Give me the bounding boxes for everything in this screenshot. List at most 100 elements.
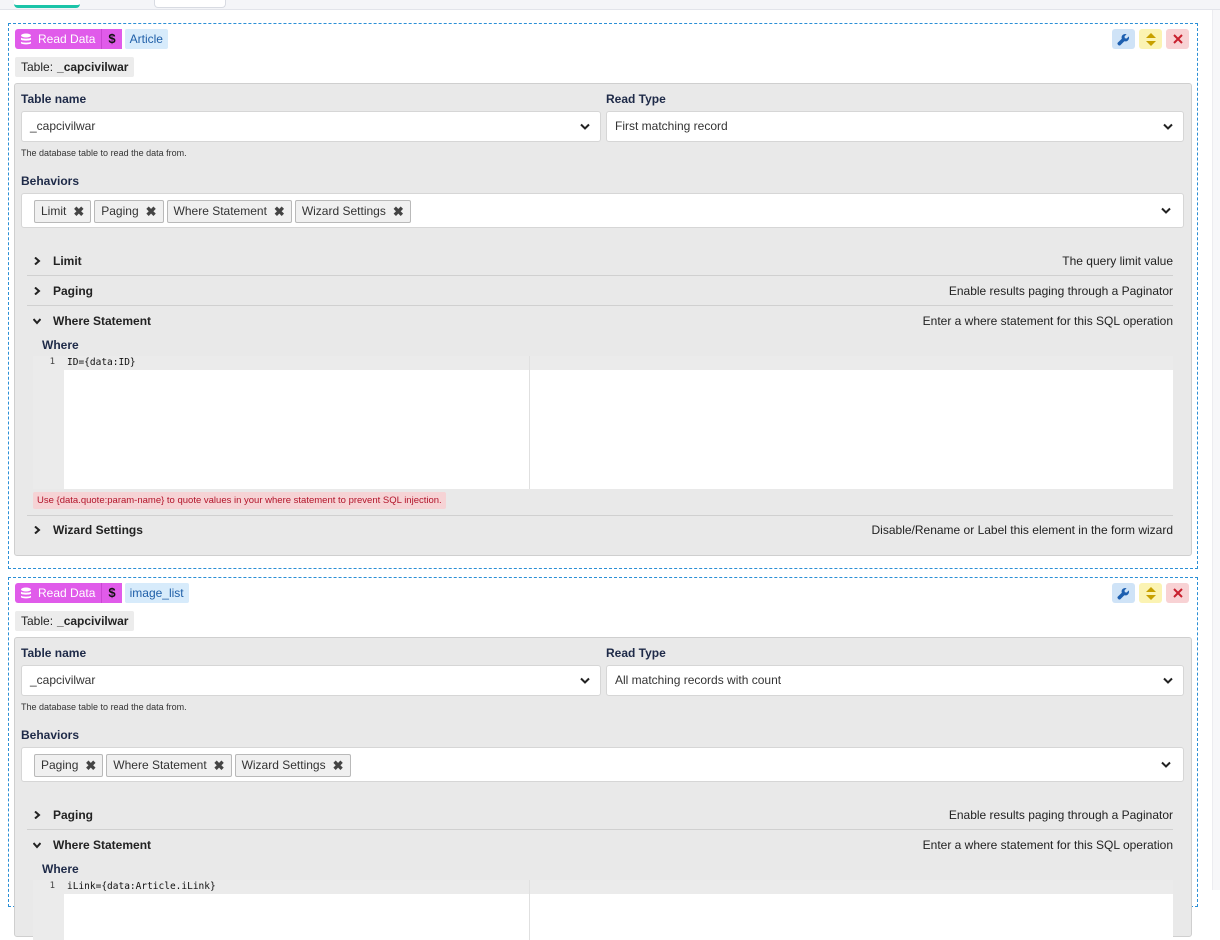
accordion-title: Limit xyxy=(53,254,82,268)
database-icon xyxy=(21,587,31,599)
block-name-tag[interactable]: Article xyxy=(124,29,168,49)
read-data-label: Read Data xyxy=(38,32,96,46)
line-gutter xyxy=(33,356,64,489)
table-name-label: Table name xyxy=(21,92,87,106)
chip-label: Wizard Settings xyxy=(241,758,326,772)
chevron-right-icon xyxy=(34,526,41,534)
x-icon[interactable]: ✖ xyxy=(85,755,96,776)
behavior-chip-where-statement[interactable]: Where Statement ✖ xyxy=(166,200,292,223)
table-badge-label: Table: xyxy=(21,614,54,628)
read-data-tag[interactable]: Read Data $ xyxy=(15,583,122,603)
read-type-value: All matching records with count xyxy=(615,673,782,687)
accordion-limit[interactable]: Limit The query limit value xyxy=(27,246,1173,276)
table-badge: Table: _capcivilwar xyxy=(15,57,135,77)
block-controls xyxy=(1112,583,1189,603)
block-name-tag[interactable]: image_list xyxy=(124,583,189,603)
chevron-down-icon xyxy=(33,842,41,849)
behavior-chip-wizard-settings[interactable]: Wizard Settings ✖ xyxy=(234,754,351,777)
read-type-select[interactable]: All matching records with count xyxy=(606,665,1184,696)
remove-button[interactable] xyxy=(1166,29,1189,49)
read-type-label: Read Type xyxy=(606,92,666,106)
close-icon xyxy=(1172,588,1183,598)
print-margin xyxy=(529,880,530,940)
where-code: iLink={data:Article.iLink} xyxy=(67,881,216,892)
table-name-select[interactable]: _capcivilwar xyxy=(21,665,601,696)
behavior-chips: Paging ✖ Where Statement ✖ Wizard Settings… xyxy=(34,754,351,777)
close-icon xyxy=(1172,34,1183,44)
chip-label: Limit xyxy=(41,204,67,218)
accordion-paging[interactable]: Paging Enable results paging through a P… xyxy=(27,800,1173,830)
behavior-chip-wizard-settings[interactable]: Wizard Settings ✖ xyxy=(294,200,411,223)
chevron-down-icon xyxy=(33,318,41,325)
table-name-help: The database table to read the data from… xyxy=(21,702,187,712)
tab-active[interactable] xyxy=(14,0,80,8)
reorder-button[interactable] xyxy=(1139,29,1162,49)
table-badge-label: Table: xyxy=(21,60,54,74)
chevron-down-icon xyxy=(1163,677,1173,684)
accordion-wizard-settings[interactable]: Wizard Settings Disable/Rename or Label … xyxy=(27,515,1173,545)
behavior-chip-where-statement[interactable]: Where Statement ✖ xyxy=(106,754,232,777)
table-badge-value: _capcivilwar xyxy=(57,60,129,74)
table-badge-value: _capcivilwar xyxy=(57,614,129,628)
chip-label: Paging xyxy=(101,204,139,218)
x-icon[interactable]: ✖ xyxy=(393,201,404,222)
tab-inactive[interactable] xyxy=(154,0,226,8)
chevron-down-icon xyxy=(580,677,590,684)
behaviors-multiselect[interactable]: Paging ✖ Where Statement ✖ Wizard Settings… xyxy=(21,747,1184,782)
settings-button[interactable] xyxy=(1112,29,1135,49)
x-icon[interactable]: ✖ xyxy=(73,201,84,222)
behaviors-label: Behaviors xyxy=(21,728,80,742)
table-name-help: The database table to read the data from… xyxy=(21,148,187,158)
cost-icon: $ xyxy=(101,583,122,603)
behaviors-multiselect[interactable]: Limit ✖ Paging ✖ Where Statement ✖ Wizard S… xyxy=(21,193,1184,228)
sort-icon xyxy=(1145,586,1156,600)
read-data-label: Read Data xyxy=(38,586,96,600)
table-name-label: Table name xyxy=(21,646,87,660)
top-tab-strip xyxy=(0,0,1220,10)
table-badge: Table: _capcivilwar xyxy=(15,611,135,631)
settings-button[interactable] xyxy=(1112,583,1135,603)
accordion-desc: Disable/Rename or Label this element in … xyxy=(871,523,1173,537)
wrench-icon xyxy=(1117,587,1130,600)
chevron-right-icon xyxy=(34,811,41,819)
where-code-editor[interactable]: 1 ID={data:ID} xyxy=(33,356,1173,489)
scrollbar[interactable] xyxy=(1212,10,1220,890)
chip-label: Wizard Settings xyxy=(301,204,386,218)
where-label: Where xyxy=(42,862,79,876)
behavior-chip-paging[interactable]: Paging ✖ xyxy=(94,200,164,223)
cost-icon: $ xyxy=(101,29,122,49)
accordion-paging[interactable]: Paging Enable results paging through a P… xyxy=(27,276,1173,306)
where-code: ID={data:ID} xyxy=(67,357,136,368)
behavior-chip-limit[interactable]: Limit ✖ xyxy=(34,200,92,223)
accordion-title: Paging xyxy=(53,284,94,298)
table-name-select[interactable]: _capcivilwar xyxy=(21,111,601,142)
chevron-right-icon xyxy=(34,287,41,295)
read-data-tag[interactable]: Read Data $ xyxy=(15,29,122,49)
accordion-desc: Enter a where statement for this SQL ope… xyxy=(922,314,1173,328)
where-code-editor[interactable]: 1 iLink={data:Article.iLink} xyxy=(33,880,1173,940)
remove-button[interactable] xyxy=(1166,583,1189,603)
sql-injection-warning: Use {data.quote:param-name} to quote val… xyxy=(33,492,446,509)
line-number: 1 xyxy=(49,357,55,367)
accordion-desc: The query limit value xyxy=(1062,254,1173,268)
reorder-button[interactable] xyxy=(1139,583,1162,603)
database-icon xyxy=(21,33,31,45)
chevron-right-icon xyxy=(34,257,41,265)
x-icon[interactable]: ✖ xyxy=(333,755,344,776)
behaviors-label: Behaviors xyxy=(21,174,80,188)
read-type-value: First matching record xyxy=(615,119,728,133)
x-icon[interactable]: ✖ xyxy=(274,201,285,222)
where-label: Where xyxy=(42,338,79,352)
behavior-chip-paging[interactable]: Paging ✖ xyxy=(34,754,104,777)
read-type-select[interactable]: First matching record xyxy=(606,111,1184,142)
read-data-block-article: Read Data $ Article Table: _capcivilwar T… xyxy=(8,23,1198,569)
chevron-down-icon xyxy=(580,123,590,130)
block-tags: Read Data $ image_list xyxy=(15,583,189,603)
chevron-down-icon xyxy=(1163,123,1173,130)
block-tags: Read Data $ Article xyxy=(15,29,168,49)
accordion-title: Where Statement xyxy=(53,314,152,328)
x-icon[interactable]: ✖ xyxy=(146,201,157,222)
table-name-value: _capcivilwar xyxy=(30,119,96,133)
x-icon[interactable]: ✖ xyxy=(214,755,225,776)
chevron-down-icon xyxy=(1161,761,1171,768)
